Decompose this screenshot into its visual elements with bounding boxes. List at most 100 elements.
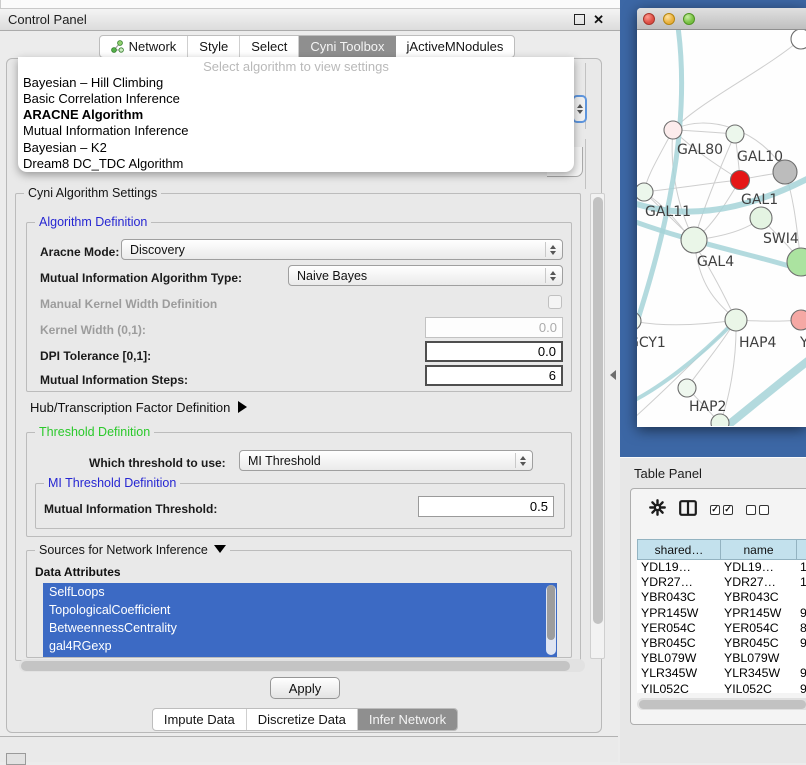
tab-network[interactable]: Network bbox=[100, 36, 189, 57]
algorithm-dropdown-popup: Select algorithm to view settings Bayesi… bbox=[18, 57, 574, 172]
network-node[interactable] bbox=[791, 30, 806, 49]
deselect-all-icon[interactable] bbox=[746, 505, 769, 515]
table-row[interactable]: YBL079WYBL079W bbox=[637, 651, 806, 666]
table-row[interactable]: YDL19…YDL19…13 bbox=[637, 560, 806, 575]
dpi-tolerance-field[interactable] bbox=[425, 341, 563, 362]
column-header[interactable]: shared… bbox=[637, 539, 720, 560]
table-cell: YER054C bbox=[637, 621, 720, 636]
node-label: SWI4 bbox=[763, 231, 799, 247]
table-row[interactable]: YER054CYER054C8. bbox=[637, 621, 806, 636]
group-title: Threshold Definition bbox=[35, 425, 154, 439]
manual-kernel-checkbox bbox=[548, 295, 562, 309]
network-node-GAL80[interactable] bbox=[664, 121, 682, 139]
network-node-HAP4[interactable] bbox=[725, 309, 747, 331]
network-node[interactable] bbox=[787, 248, 806, 276]
mi-threshold-definition-group: MI Threshold Definition Mutual Informati… bbox=[35, 483, 565, 529]
list-item[interactable]: SelfLoops bbox=[43, 583, 557, 601]
network-node-GAL4[interactable] bbox=[681, 227, 707, 253]
panel-title: Control Panel bbox=[0, 12, 87, 27]
panel-splitter-handle[interactable] bbox=[610, 370, 616, 380]
network-node-GAL1[interactable] bbox=[731, 171, 750, 190]
aracne-mode-combo[interactable]: Discovery bbox=[121, 239, 563, 260]
window-titlebar[interactable] bbox=[637, 8, 806, 30]
table-cell: YDR27… bbox=[637, 575, 720, 590]
gear-icon[interactable] bbox=[649, 499, 666, 521]
table-horizontal-scrollbar[interactable] bbox=[637, 698, 806, 710]
table-card: ✓✓ shared… name YDL19…YDL19…13YDR27…YDR2… bbox=[630, 488, 806, 725]
hub-definition-label: Hub/Transcription Factor Definition bbox=[30, 400, 230, 415]
close-traffic-light-icon[interactable] bbox=[643, 13, 655, 25]
sources-toggle[interactable]: Sources for Network Inference bbox=[35, 543, 230, 557]
node-label: GAL80 bbox=[677, 142, 723, 158]
control-panel-titlebar: Control Panel ✕ bbox=[0, 8, 620, 31]
network-node-GAL11[interactable] bbox=[637, 183, 653, 201]
table-cell: 9. bbox=[796, 606, 806, 621]
columns-icon[interactable] bbox=[679, 500, 697, 521]
tab-impute-data[interactable]: Impute Data bbox=[153, 709, 247, 730]
table-cell: YBR045C bbox=[720, 636, 796, 651]
network-node-HAP2[interactable] bbox=[678, 379, 696, 397]
table-cell: YLR345W bbox=[637, 666, 720, 681]
mi-threshold-field[interactable] bbox=[418, 496, 554, 517]
cyni-algorithm-settings-group: Cyni Algorithm Settings Algorithm Defini… bbox=[15, 193, 581, 661]
tab-cyni-toolbox[interactable]: Cyni Toolbox bbox=[299, 36, 395, 57]
settings-horizontal-scrollbar[interactable] bbox=[19, 659, 585, 672]
table-row[interactable]: YDR27…YDR27…12 bbox=[637, 575, 806, 590]
node-label: GAL10 bbox=[737, 149, 783, 165]
column-header[interactable]: name bbox=[720, 539, 796, 560]
tab-style[interactable]: Style bbox=[188, 36, 240, 57]
network-node-SWI4[interactable] bbox=[750, 207, 772, 229]
table-cell: 8. bbox=[796, 621, 806, 636]
occluded-groupbox-edge bbox=[585, 139, 586, 189]
close-icon[interactable]: ✕ bbox=[593, 13, 604, 26]
select-all-icon[interactable]: ✓✓ bbox=[710, 505, 733, 515]
network-node-GAL10[interactable] bbox=[726, 125, 744, 143]
list-item[interactable]: TopologicalCoefficient bbox=[43, 601, 557, 619]
which-threshold-combo[interactable]: MI Threshold bbox=[239, 450, 533, 471]
network-node-Y[interactable] bbox=[791, 310, 806, 330]
column-header[interactable] bbox=[796, 539, 806, 560]
menu-item[interactable]: Bayesian – Hill Climbing bbox=[18, 75, 574, 91]
list-scrollbar[interactable] bbox=[546, 585, 556, 655]
network-view-window[interactable]: GAL80GAL10GAL1GAL11SWI4GAL4GCY1HAP4YHAP2 bbox=[637, 8, 806, 427]
settings-vertical-scrollbar[interactable] bbox=[590, 193, 605, 659]
table-cell: YBR043C bbox=[720, 590, 796, 605]
tab-label: jActiveMNodules bbox=[407, 39, 504, 54]
table-row[interactable]: YIL052CYIL052C9 bbox=[637, 682, 806, 694]
table-cell: 9 bbox=[796, 682, 806, 694]
mi-steps-field[interactable] bbox=[425, 365, 563, 386]
table-row[interactable]: YPR145WYPR145W9. bbox=[637, 606, 806, 621]
table-cell: 12 bbox=[796, 575, 806, 590]
tab-discretize-data[interactable]: Discretize Data bbox=[247, 709, 358, 730]
menu-item[interactable]: Basic Correlation Inference bbox=[18, 91, 574, 107]
corner-widget bbox=[6, 753, 26, 765]
float-window-icon[interactable] bbox=[574, 14, 585, 25]
menu-item[interactable]: Mutual Information Inference bbox=[18, 123, 574, 139]
network-canvas[interactable]: GAL80GAL10GAL1GAL11SWI4GAL4GCY1HAP4YHAP2 bbox=[637, 30, 806, 426]
table-body: YDL19…YDL19…13YDR27…YDR27…12YBR043CYBR04… bbox=[637, 560, 806, 693]
mi-steps-label: Mutual Information Steps: bbox=[40, 373, 188, 387]
tab-infer-network[interactable]: Infer Network bbox=[358, 709, 457, 730]
table-row[interactable]: YBR045CYBR045C9. bbox=[637, 636, 806, 651]
table-row[interactable]: YBR043CYBR043C bbox=[637, 590, 806, 605]
table-panel: Table Panel bbox=[620, 457, 806, 763]
spinner-icon bbox=[545, 268, 559, 283]
table-row[interactable]: YLR345WYLR345W9. bbox=[637, 666, 806, 681]
tab-jactivemnodules[interactable]: jActiveMNodules bbox=[396, 36, 515, 57]
mi-algorithm-type-combo[interactable]: Naive Bayes bbox=[288, 265, 563, 286]
menu-item[interactable]: Dream8 DC_TDC Algorithm bbox=[18, 156, 574, 172]
apply-button[interactable]: Apply bbox=[270, 677, 340, 699]
hub-definition-toggle[interactable]: Hub/Transcription Factor Definition bbox=[30, 400, 247, 415]
kernel-width-label: Kernel Width (0,1): bbox=[40, 323, 146, 337]
menu-item-selected[interactable]: ARACNE Algorithm bbox=[18, 107, 574, 123]
data-attributes-list[interactable]: SelfLoops TopologicalCoefficient Between… bbox=[43, 583, 557, 657]
list-item[interactable]: gal4RGexp bbox=[43, 637, 557, 655]
list-item[interactable]: BetweennessCentrality bbox=[43, 619, 557, 637]
table-cell: 9. bbox=[796, 636, 806, 651]
threshold-definition-group: Threshold Definition Which threshold to … bbox=[26, 432, 572, 537]
minimize-traffic-light-icon[interactable] bbox=[663, 13, 675, 25]
sources-group: Sources for Network Inference Data Attri… bbox=[26, 550, 572, 658]
zoom-traffic-light-icon[interactable] bbox=[683, 13, 695, 25]
tab-select[interactable]: Select bbox=[240, 36, 299, 57]
menu-item[interactable]: Bayesian – K2 bbox=[18, 140, 574, 156]
